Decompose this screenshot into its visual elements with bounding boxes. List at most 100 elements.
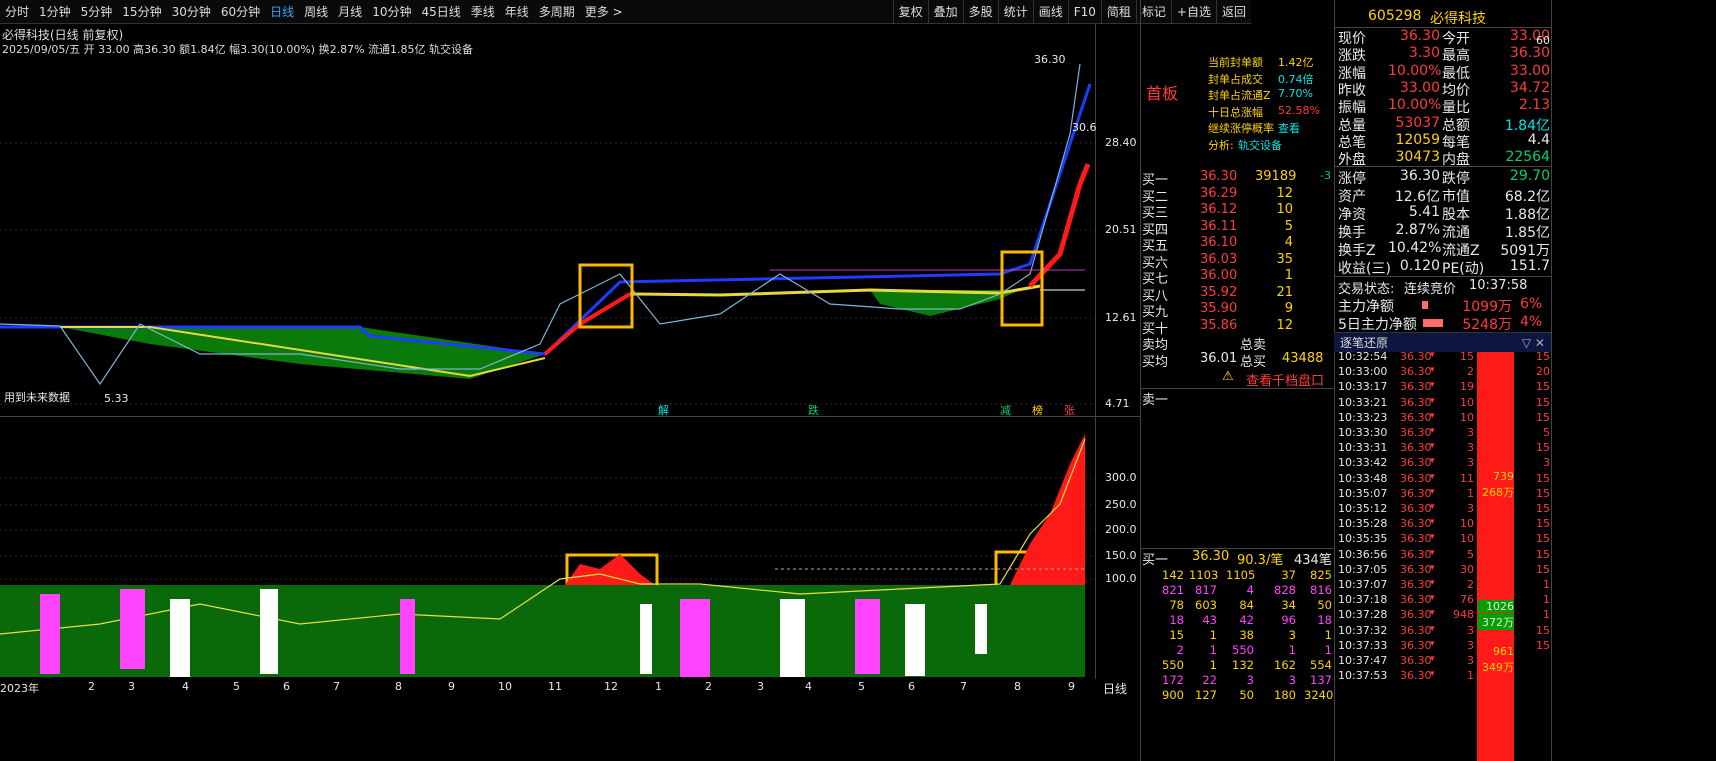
tick-volume: 30 [1460,562,1474,576]
quote-value: 12.6亿 [1394,189,1440,205]
tool-button[interactable]: +自选 [1170,0,1216,24]
tool-button[interactable]: 多股 [962,0,998,24]
tick-price: 36.30 [1400,532,1432,546]
period-tab[interactable]: 年线 [500,3,534,20]
x-tick-label: 8 [1014,680,1021,693]
queue-cell: 34 [1281,598,1296,612]
queue-cell: 22 [1202,673,1217,687]
event-marker: 减 [1000,404,1011,417]
flow-pct: 4% [1520,314,1543,330]
period-tab[interactable]: 5分钟 [76,3,118,20]
tool-button[interactable]: 返回 [1215,0,1251,24]
tick-time: 10:35:28 [1338,517,1388,531]
popup-row-label: 封单占流通Z [1208,89,1271,102]
edge-value: 15 [1536,623,1550,637]
popup-row-value[interactable]: 查看 [1278,120,1300,136]
quote-value: 22564 [1505,149,1550,166]
quote-label: 股本 [1442,207,1470,223]
tick-volume: 15 [1460,350,1474,363]
bid-price: 36.12 [1200,202,1238,217]
queue-price: 36.30 [1192,549,1230,564]
popup-row-label: 分析: [1208,138,1234,152]
edge-value: 15 [1536,486,1550,500]
event-marker: 跌 [808,404,819,417]
queue-cell: 1 [1324,643,1332,657]
bid-price: 36.10 [1200,235,1238,250]
x-tick-label: 1 [655,680,662,693]
quote-value: 30473 [1395,149,1440,166]
tick-arrow-icon: ▾ [1430,395,1435,406]
tool-button[interactable]: 画线 [1032,0,1068,24]
depth-link[interactable]: 查看千档盘口 [1246,370,1324,389]
future-data-note: 用到未来数据 [4,391,70,404]
tick-volume: 10 [1460,395,1474,409]
period-tab[interactable]: 10分钟 [367,3,416,20]
queue-cell: 4 [1246,583,1254,597]
tick-volume: 19 [1460,380,1474,394]
sub-bar [640,604,652,674]
period-tab[interactable]: 1分钟 [34,3,76,20]
period-tab[interactable]: 15分钟 [117,3,166,20]
bid-price: 36.00 [1200,268,1238,283]
flow-value: 1099万 [1462,299,1512,315]
tick-price: 36.30 [1400,365,1432,379]
x-tick-label: 4 [805,680,812,693]
bid-price: 35.90 [1200,301,1238,316]
queue-cell: 603 [1195,598,1217,612]
period-tab[interactable]: 45日线 [416,3,465,20]
period-tab[interactable]: 季线 [466,3,500,20]
tick-price: 36.30 [1400,380,1432,394]
popup-row-label: 十日总涨幅 [1208,105,1263,119]
tool-button[interactable]: 简租 [1100,0,1136,24]
tool-button[interactable]: 复权 [892,0,928,24]
period-tab[interactable]: 月线 [333,3,367,20]
bar-count: 961 [1493,645,1514,658]
tick-volume: 3 [1467,441,1474,455]
quote-value: 34.72 [1509,79,1550,96]
event-marker: 榜 [1032,404,1043,417]
queue-count: 434笔 [1294,553,1332,568]
x-tick-label: 7 [960,680,967,693]
period-tab[interactable]: 分时 [0,3,34,20]
tick-time: 10:35:07 [1338,486,1388,500]
quote-value: 10.00% [1388,62,1442,79]
period-tab[interactable]: 周线 [299,3,333,20]
buy-total-label: 总买 [1240,355,1267,370]
queue-cell: 42 [1239,613,1254,627]
quote-label: 换手 [1338,225,1366,241]
sub-red-area [1010,434,1085,585]
period-tab[interactable]: 30分钟 [167,3,216,20]
sell1-label: 卖一 [1142,393,1169,408]
tool-button[interactable]: 统计 [997,0,1033,24]
popup-row-value: 1.42亿 [1278,56,1314,69]
tick-arrow-icon: ▾ [1430,365,1435,376]
tick-arrow-icon: ▾ [1430,502,1435,512]
kline-chart[interactable] [0,24,1251,761]
queue-cell: 1 [1209,658,1217,672]
tool-button[interactable]: 叠加 [927,0,963,24]
tick-price: 36.30 [1400,395,1432,409]
bell-icon: ⚠ [1222,369,1234,384]
tick-volume: 76 [1460,593,1474,607]
edge-value: 1 [1543,593,1550,607]
period-tab[interactable]: 日线 [265,3,299,20]
edge-value: 15 [1536,410,1550,424]
period-tab[interactable]: 60分钟 [216,3,265,20]
tick-price: 36.30 [1400,562,1432,576]
tick-arrow-icon: ▾ [1430,441,1435,452]
bid-price: 35.86 [1200,317,1238,333]
x-tick-label: 2 [705,680,712,693]
quote-value: 2.13 [1518,97,1550,114]
period-tab[interactable]: 更多 > [580,3,628,20]
tool-button[interactable]: 标记 [1135,0,1171,24]
sub-y-tick-label: 100.0 [1105,572,1137,585]
period-tab[interactable]: 多周期 [534,3,580,20]
quote-value: 1.88亿 [1504,207,1550,223]
x-tick-label: 2023年 [0,682,39,695]
edge-value: 1 [1543,608,1550,622]
tick-arrow-icon: ▾ [1430,532,1435,543]
quote-label: 跌停 [1442,171,1470,187]
tool-button[interactable]: F10 [1067,0,1101,24]
tick-arrow-icon: ▾ [1430,578,1435,588]
tick-price: 36.30 [1400,578,1432,591]
